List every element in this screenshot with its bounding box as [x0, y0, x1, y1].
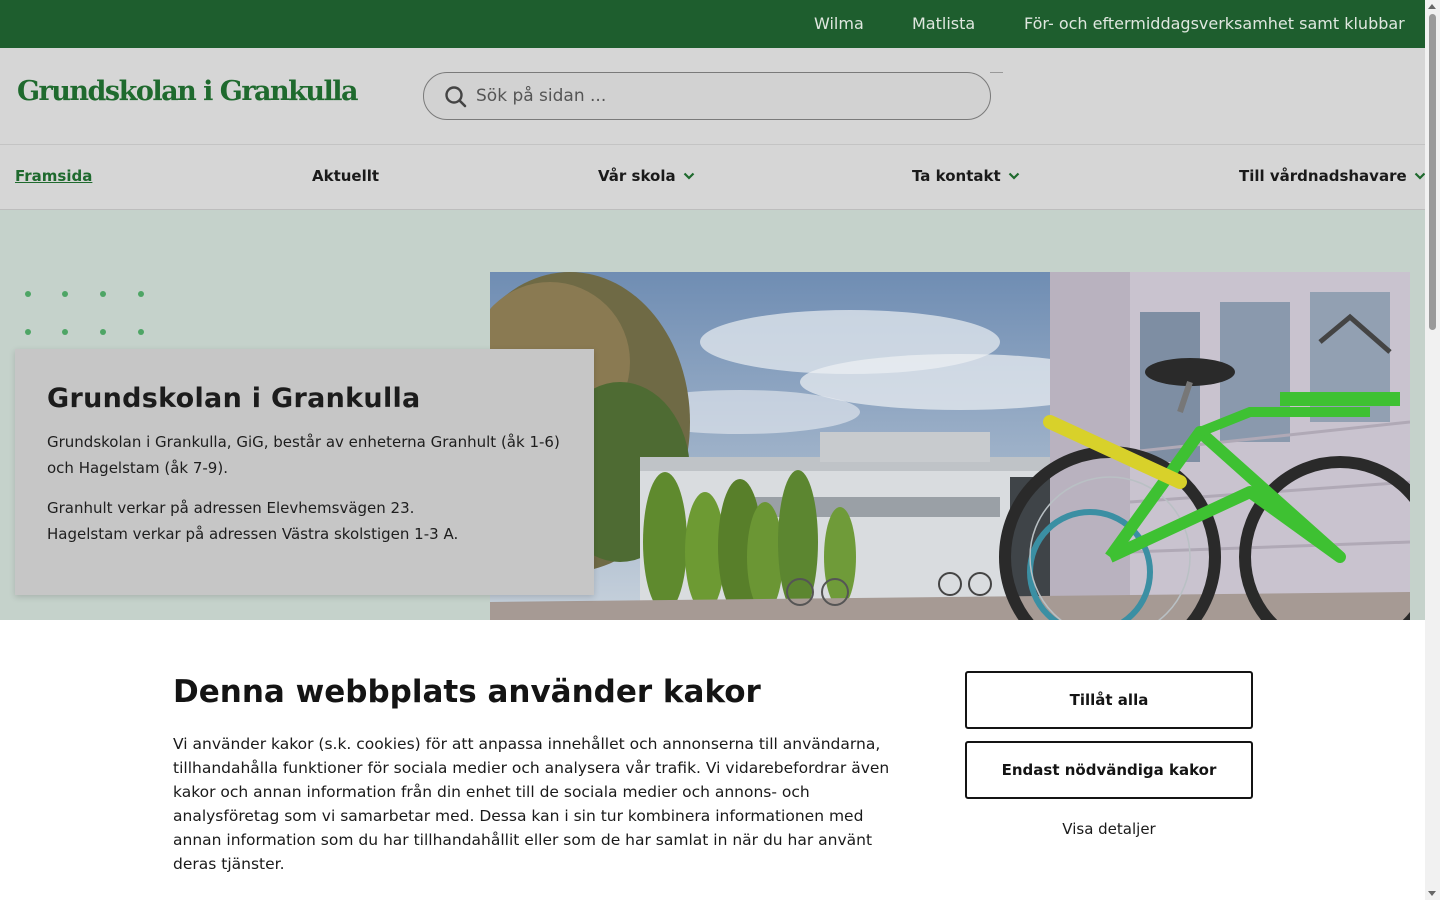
decor-dot: [138, 329, 144, 335]
scroll-up-arrow-icon[interactable]: [1428, 4, 1436, 9]
nav-item-framsida[interactable]: Framsida: [15, 167, 92, 185]
decor-dot: [138, 291, 144, 297]
allow-all-cookies-button[interactable]: Tillåt alla: [965, 671, 1253, 729]
chevron-down-icon: [1414, 172, 1425, 180]
top-utility-bar: Wilma Matlista För- och eftermiddagsverk…: [0, 0, 1425, 48]
hero-intro-text: Grundskolan i Grankulla, GiG, består av …: [47, 433, 560, 477]
chevron-down-icon: [1008, 172, 1019, 180]
nav-item-label: Vår skola: [598, 167, 676, 185]
decor-dot: [62, 291, 68, 297]
search-icon: [445, 86, 467, 108]
topbar-link-wilma[interactable]: Wilma: [814, 14, 864, 33]
hero-address-granhult: Granhult verkar på adressen Elevhemsväge…: [47, 499, 415, 517]
necessary-cookies-only-button[interactable]: Endast nödvändiga kakor: [965, 741, 1253, 799]
hero-title: Grundskolan i Grankulla: [47, 383, 421, 414]
scroll-down-arrow-icon[interactable]: [1428, 891, 1436, 896]
decor-dot: [25, 291, 31, 297]
nav-item-label: Framsida: [15, 167, 93, 185]
nav-item-ta-kontakt[interactable]: Ta kontakt: [912, 167, 1020, 185]
site-logo[interactable]: Grundskolan i Grankulla: [17, 76, 359, 107]
header-divider: [990, 72, 1003, 73]
search-input[interactable]: [476, 81, 976, 111]
school-bicycles-photo: [490, 272, 1410, 620]
nav-item-label: Till vårdnadshavare: [1239, 167, 1407, 185]
hero-info-card: Grundskolan i Grankulla Grundskolan i Gr…: [15, 349, 594, 595]
nav-item-label: Aktuellt: [312, 167, 380, 185]
nav-item-var-skola[interactable]: Vår skola: [598, 167, 695, 185]
nav-item-till-vardnadshavare[interactable]: Till vårdnadshavare: [1239, 167, 1426, 185]
show-cookie-details-link[interactable]: Visa detaljer: [965, 820, 1253, 838]
decor-dot: [25, 329, 31, 335]
decor-dot: [100, 291, 106, 297]
cookie-banner-text: Vi använder kakor (s.k. cookies) för att…: [173, 735, 890, 873]
decor-dot: [100, 329, 106, 335]
site-header: Grundskolan i Grankulla: [0, 48, 1425, 144]
page-scrollbar[interactable]: [1425, 0, 1440, 900]
cookie-consent-banner: Denna webbplats använder kakor Vi använd…: [0, 620, 1425, 900]
hero-photo: [490, 272, 1410, 620]
chevron-down-icon: [683, 172, 694, 180]
search-box[interactable]: [423, 72, 991, 120]
topbar-link-matlista[interactable]: Matlista: [912, 14, 975, 33]
nav-item-aktuellt[interactable]: Aktuellt: [312, 167, 379, 185]
scrollbar-thumb[interactable]: [1429, 14, 1436, 330]
topbar-link-fritidsverksamhet[interactable]: För- och eftermiddagsverksamhet samt klu…: [1024, 14, 1405, 33]
main-navigation: Framsida Aktuellt Vår skola Ta kontakt T…: [0, 144, 1425, 210]
nav-item-label: Ta kontakt: [912, 167, 1001, 185]
decor-dot: [62, 329, 68, 335]
cookie-banner-title: Denna webbplats använder kakor: [173, 674, 761, 710]
hero-address-hagelstam: Hagelstam verkar på adressen Västra skol…: [47, 525, 459, 543]
